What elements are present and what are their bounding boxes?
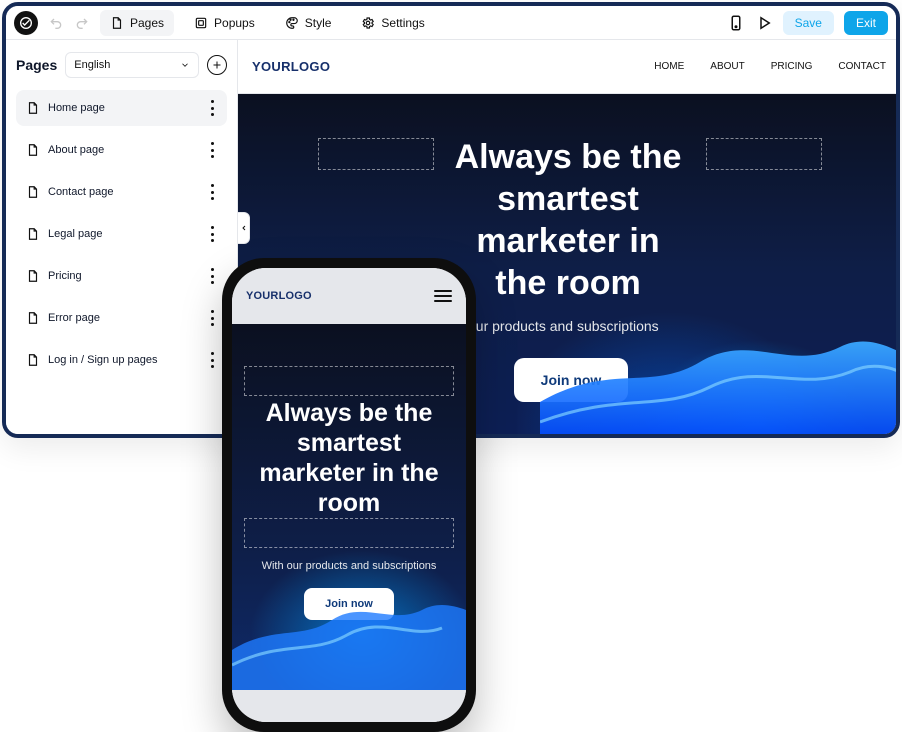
pages-title: Pages — [16, 57, 58, 73]
nav-link-pricing[interactable]: PRICING — [771, 61, 813, 72]
document-icon — [28, 354, 38, 366]
page-list-item-label: Contact page — [48, 186, 114, 198]
page-list-item[interactable]: Pricing — [16, 258, 227, 294]
page-list-item[interactable]: Legal page — [16, 216, 227, 252]
pages-sidebar: Pages English Home page About page Conta… — [6, 40, 238, 434]
page-list-item[interactable]: Home page — [16, 90, 227, 126]
placeholder-box[interactable] — [244, 366, 454, 396]
top-toolbar: Pages Popups Style Settings Save Exit — [6, 6, 896, 40]
mobile-bottom-bar — [232, 690, 466, 722]
page-list-item[interactable]: Error page — [16, 300, 227, 336]
page-list-item-label: Home page — [48, 102, 105, 114]
more-options-icon[interactable] — [207, 100, 217, 116]
chevron-left-icon — [241, 225, 245, 231]
tab-popups[interactable]: Popups — [184, 10, 265, 36]
document-icon — [28, 270, 38, 282]
hamburger-icon[interactable] — [434, 290, 452, 302]
page-list-item[interactable]: Contact page — [16, 174, 227, 210]
popup-icon — [195, 17, 207, 28]
tab-style[interactable]: Style — [275, 10, 342, 36]
pages-header: Pages English — [16, 52, 227, 78]
more-options-icon[interactable] — [207, 184, 217, 200]
document-icon — [28, 228, 38, 240]
more-options-icon[interactable] — [207, 226, 217, 242]
page-list-item-label: About page — [48, 144, 105, 156]
mobile-abstract-wave-art — [232, 605, 466, 690]
mobile-preview-icon[interactable] — [727, 14, 745, 32]
language-select[interactable]: English — [65, 52, 199, 78]
site-nav-links: HOME ABOUT PRICING CONTACT — [654, 61, 886, 72]
page-list-item[interactable]: Log in / Sign up pages — [16, 342, 227, 378]
plus-icon — [213, 61, 221, 69]
more-options-icon[interactable] — [207, 142, 217, 158]
redo-icon[interactable] — [74, 15, 90, 31]
document-icon — [28, 102, 38, 114]
tab-settings-label: Settings — [381, 15, 425, 30]
exit-button[interactable]: Exit — [843, 10, 888, 35]
app-logo-icon[interactable] — [14, 10, 38, 35]
undo-icon[interactable] — [48, 15, 64, 31]
tab-pages-label: Pages — [130, 15, 165, 30]
mobile-hero: Always be the smartest marketer in the r… — [232, 324, 466, 690]
nav-link-home[interactable]: HOME — [654, 61, 684, 72]
tab-settings[interactable]: Settings — [351, 10, 434, 36]
site-navbar: YOURLOGO HOME ABOUT PRICING CONTACT — [238, 40, 896, 94]
document-icon — [28, 312, 38, 324]
page-list-item-label: Pricing — [48, 270, 82, 282]
collapse-sidebar-handle[interactable] — [238, 212, 250, 244]
page-list-item-label: Error page — [48, 312, 100, 324]
nav-link-about[interactable]: ABOUT — [710, 61, 744, 72]
tab-popups-label: Popups — [214, 15, 255, 30]
tab-style-label: Style — [304, 15, 332, 30]
site-logo[interactable]: YOURLOGO — [252, 59, 330, 74]
chevron-down-icon — [182, 63, 188, 67]
abstract-wave-art — [540, 341, 896, 434]
mobile-logo[interactable]: YOURLOGO — [246, 290, 312, 302]
page-list-item-label: Legal page — [48, 228, 103, 240]
document-icon — [28, 144, 38, 156]
placeholder-box[interactable] — [706, 138, 822, 170]
play-icon[interactable] — [755, 14, 773, 32]
mobile-hero-title[interactable]: Always be the smartest marketer in the r… — [242, 398, 456, 518]
mobile-mockup: YOURLOGO Always be the smartest marketer… — [222, 258, 476, 732]
mobile-screen: YOURLOGO Always be the smartest marketer… — [232, 268, 466, 722]
page-list-item-label: Log in / Sign up pages — [48, 354, 158, 366]
add-page-button[interactable] — [207, 55, 227, 75]
more-options-icon[interactable] — [207, 310, 217, 326]
mobile-header: YOURLOGO — [232, 268, 466, 324]
nav-link-contact[interactable]: CONTACT — [838, 61, 886, 72]
tab-pages[interactable]: Pages — [100, 9, 175, 36]
placeholder-box[interactable] — [318, 138, 434, 170]
more-options-icon[interactable] — [207, 352, 217, 368]
page-icon — [112, 16, 122, 29]
more-options-icon[interactable] — [207, 268, 217, 284]
document-icon — [28, 186, 38, 198]
page-list-item[interactable]: About page — [16, 132, 227, 168]
language-value: English — [74, 59, 111, 71]
save-button[interactable]: Save — [782, 10, 834, 35]
gear-icon — [362, 16, 375, 29]
palette-icon — [285, 16, 298, 29]
